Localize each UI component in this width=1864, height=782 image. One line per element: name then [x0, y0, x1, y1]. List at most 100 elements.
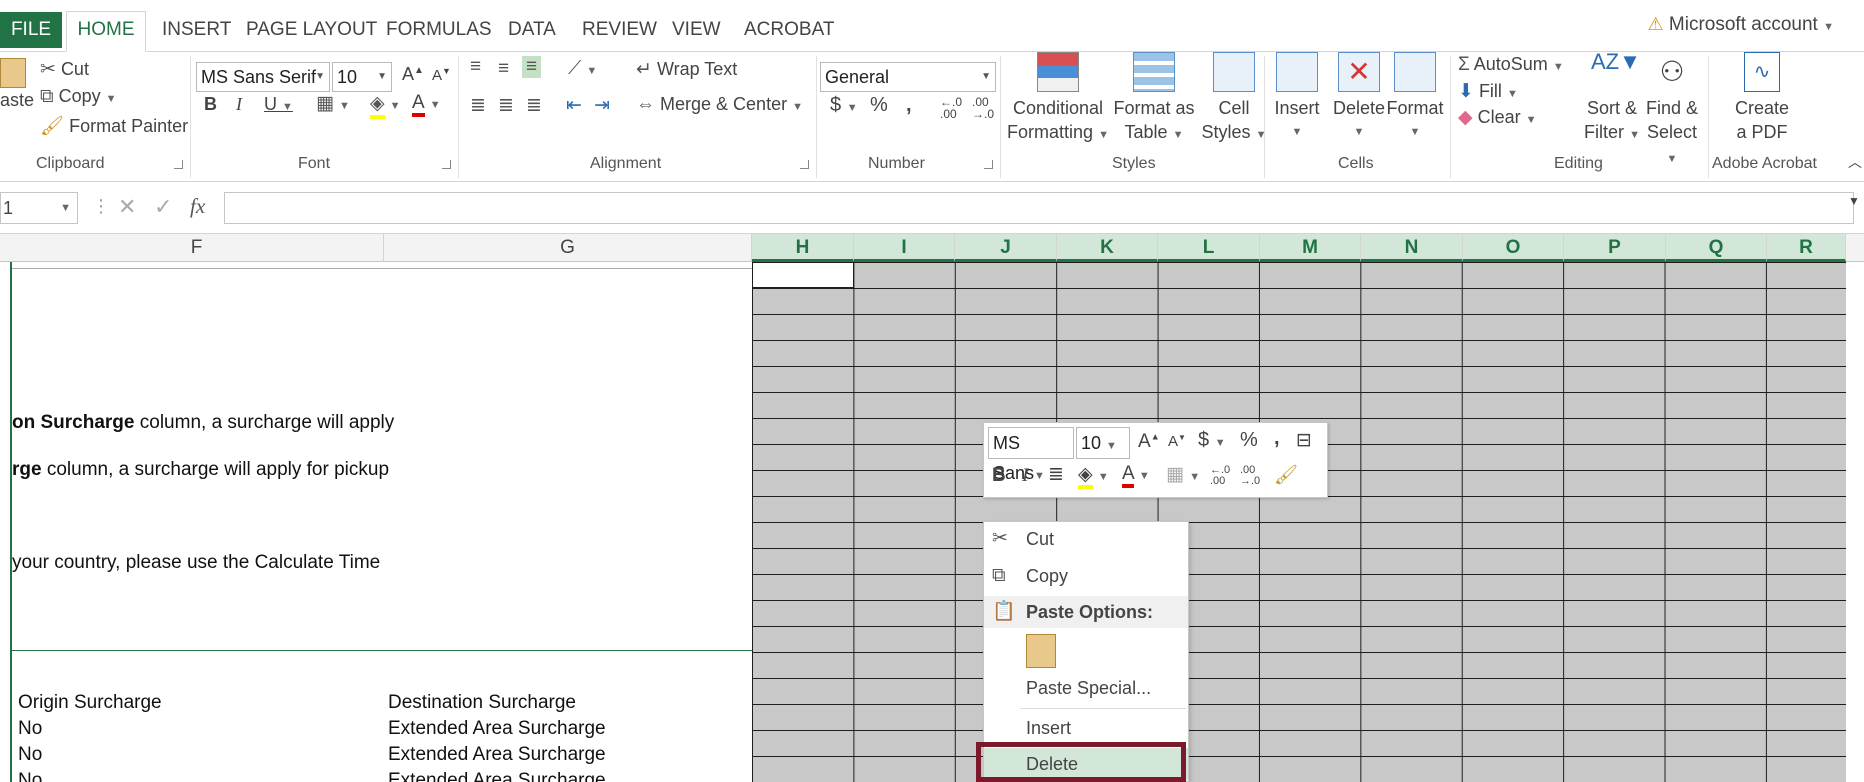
- fill-button[interactable]: ⬇ Fill ▼: [1458, 80, 1518, 103]
- clear-button[interactable]: ◆ Clear ▼: [1458, 106, 1537, 129]
- column-header-i[interactable]: I: [854, 234, 955, 262]
- number-launcher[interactable]: [984, 160, 993, 169]
- mini-decrease-font-button[interactable]: A▼: [1168, 433, 1186, 450]
- mini-merge-icon[interactable]: ⊟: [1296, 429, 1312, 452]
- tab-insert[interactable]: INSERT: [158, 12, 235, 48]
- column-header-n[interactable]: N: [1361, 234, 1463, 262]
- font-size-combo[interactable]: 10 ▼: [332, 62, 392, 92]
- name-box[interactable]: 1 ▼: [0, 192, 78, 224]
- mini-size-combo[interactable]: 10 ▼: [1076, 427, 1130, 459]
- percent-button[interactable]: %: [870, 94, 888, 117]
- decrease-font-button[interactable]: A▼: [432, 66, 451, 84]
- align-center-button[interactable]: ≣: [498, 94, 514, 117]
- font-color-button[interactable]: A ▼: [412, 92, 441, 117]
- paste-icon[interactable]: [1026, 634, 1056, 668]
- mini-format-painter-icon[interactable]: 🖌: [1274, 463, 1298, 487]
- column-header-r[interactable]: R: [1767, 234, 1846, 262]
- borders-button[interactable]: ▦ ▼: [316, 92, 350, 115]
- menu-item-paste-special[interactable]: Paste Special...: [984, 672, 1188, 704]
- collapse-ribbon-icon[interactable]: ︿: [1848, 152, 1862, 172]
- worksheet-grid[interactable]: on Surcharge column, a surcharge will ap…: [0, 262, 1864, 782]
- clipboard-launcher[interactable]: [174, 160, 183, 169]
- font-name-combo[interactable]: MS Sans Serif ▼: [196, 62, 330, 92]
- fill-color-button[interactable]: ◈ ▼: [370, 92, 401, 119]
- mini-percent-button[interactable]: %: [1240, 429, 1258, 452]
- bold-button[interactable]: B: [204, 94, 217, 115]
- number-format-combo[interactable]: General ▼: [820, 62, 996, 92]
- mini-font-combo[interactable]: MS Sans▼: [988, 427, 1074, 483]
- tab-home[interactable]: HOME: [66, 11, 146, 52]
- column-header-l[interactable]: L: [1158, 234, 1260, 262]
- active-cell[interactable]: [752, 262, 854, 288]
- autosum-button[interactable]: Σ AutoSum ▼: [1458, 54, 1564, 76]
- insert-cells-button[interactable]: Insert ▼: [1266, 52, 1328, 144]
- delete-cells-button[interactable]: ✕ Delete ▼: [1328, 52, 1390, 144]
- tab-review[interactable]: REVIEW: [578, 12, 661, 48]
- currency-button[interactable]: $ ▼: [830, 94, 858, 117]
- mini-italic-button[interactable]: I: [1022, 465, 1028, 487]
- mini-currency-button[interactable]: $ ▼: [1198, 429, 1226, 452]
- column-header-f[interactable]: F: [10, 234, 384, 262]
- sort-filter-button[interactable]: AZ▼ Sort & Filter ▼: [1580, 51, 1644, 147]
- column-header-h[interactable]: H: [752, 234, 854, 262]
- create-pdf-button[interactable]: ∿ Create a PDF: [1720, 52, 1804, 144]
- alignment-launcher[interactable]: [800, 160, 809, 169]
- mini-decrease-decimal-button[interactable]: .00 →.0: [1240, 465, 1260, 487]
- font-launcher[interactable]: [442, 160, 451, 169]
- comma-button[interactable]: ,: [906, 94, 912, 117]
- tab-file[interactable]: FILE: [0, 12, 62, 48]
- tab-view[interactable]: VIEW: [668, 12, 725, 48]
- column-header-q[interactable]: Q: [1666, 234, 1767, 262]
- formula-input[interactable]: [224, 192, 1854, 224]
- tab-data[interactable]: DATA: [504, 12, 560, 48]
- align-middle-button[interactable]: ≡: [498, 58, 509, 80]
- find-select-button[interactable]: ⚇ Find & Select ▼: [1640, 52, 1704, 171]
- mini-borders-button[interactable]: ▦ ▼: [1166, 463, 1200, 486]
- align-right-button[interactable]: ≣: [526, 94, 542, 117]
- conditional-formatting-button[interactable]: Conditional Formatting ▼: [1006, 52, 1110, 147]
- copy-button[interactable]: ⧉ Copy ▼: [40, 86, 117, 108]
- tab-acrobat[interactable]: ACROBAT: [740, 12, 838, 48]
- mini-bold-button[interactable]: B: [992, 465, 1006, 487]
- paste-button[interactable]: aste: [0, 58, 34, 111]
- format-cells-button[interactable]: Format ▼: [1384, 52, 1446, 144]
- mini-comma-button[interactable]: ,: [1274, 427, 1280, 450]
- merge-center-button[interactable]: ⇔ Merge & Center ▼: [636, 94, 803, 116]
- cancel-formula-icon[interactable]: ✕: [118, 194, 136, 220]
- expand-formula-icon[interactable]: ▼: [1848, 194, 1860, 208]
- increase-decimal-button[interactable]: ←.0.00: [940, 96, 962, 120]
- decrease-indent-button[interactable]: ⇤: [566, 94, 582, 117]
- format-painter-button[interactable]: 🖌 Format Painter: [40, 114, 188, 138]
- tab-page-layout[interactable]: PAGE LAYOUT: [242, 12, 381, 48]
- increase-indent-button[interactable]: ⇥: [594, 94, 610, 117]
- mini-font-color-button[interactable]: A ▼: [1122, 463, 1150, 488]
- cell-styles-button[interactable]: Cell Styles ▼: [1198, 52, 1270, 147]
- increase-font-button[interactable]: A▲: [402, 64, 424, 85]
- wrap-text-button[interactable]: ↵ Wrap Text: [636, 58, 737, 81]
- column-header-m[interactable]: M: [1260, 234, 1361, 262]
- italic-button[interactable]: I: [236, 94, 242, 115]
- column-header-o[interactable]: O: [1463, 234, 1564, 262]
- menu-item-cut[interactable]: ✂ Cut: [984, 523, 1188, 555]
- decrease-decimal-button[interactable]: .00 →.0: [972, 96, 994, 120]
- confirm-formula-icon[interactable]: ✓: [154, 194, 172, 220]
- account-menu[interactable]: ⚠ Microsoft account ▼: [1648, 14, 1835, 36]
- insert-function-icon[interactable]: fx: [190, 194, 205, 219]
- column-header-j[interactable]: J: [955, 234, 1057, 262]
- column-header-k[interactable]: K: [1057, 234, 1158, 262]
- tab-formulas[interactable]: FORMULAS: [382, 12, 496, 48]
- menu-item-copy[interactable]: ⧉ Copy: [984, 560, 1188, 592]
- orientation-button[interactable]: ⟋ ▼: [568, 58, 597, 80]
- underline-button[interactable]: U ▼: [264, 94, 293, 115]
- align-top-button[interactable]: ≡: [470, 56, 481, 78]
- mini-increase-font-button[interactable]: A▲: [1138, 431, 1160, 453]
- mini-center-button[interactable]: ≣: [1048, 463, 1064, 486]
- mini-increase-decimal-button[interactable]: ←.0.00: [1210, 465, 1230, 487]
- menu-item-insert[interactable]: Insert: [984, 712, 1188, 744]
- column-header-g[interactable]: G: [384, 234, 752, 262]
- cut-button[interactable]: ✂ Cut: [40, 58, 89, 81]
- align-left-button[interactable]: ≣: [470, 94, 486, 117]
- column-header-p[interactable]: P: [1564, 234, 1666, 262]
- mini-fill-color-button[interactable]: ◈ ▼: [1078, 463, 1109, 489]
- format-as-table-button[interactable]: Format as Table ▼: [1112, 52, 1196, 147]
